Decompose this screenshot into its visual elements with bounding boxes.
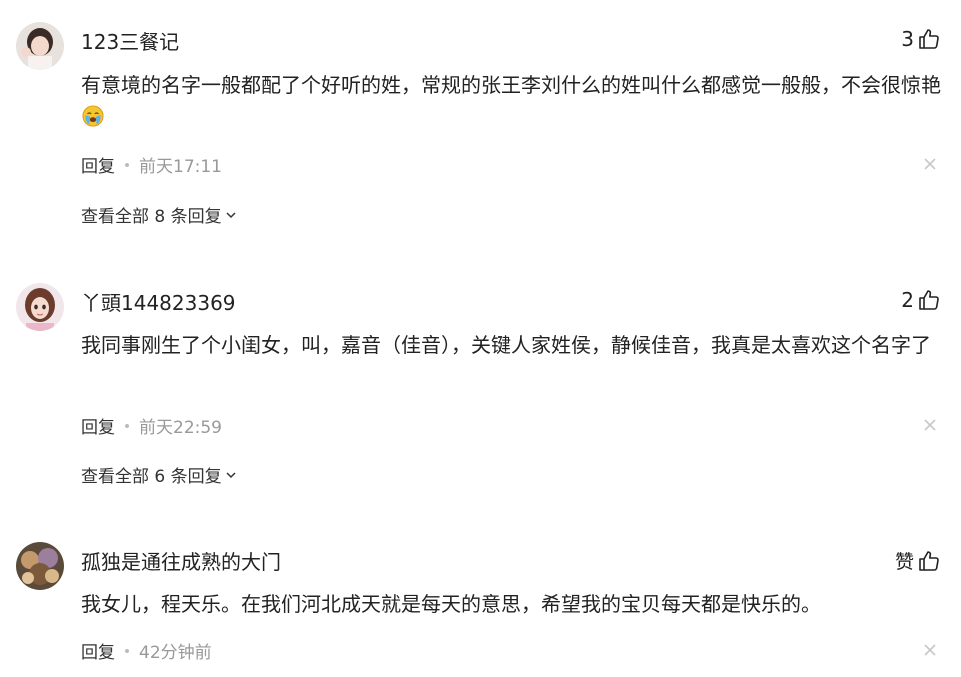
separator-dot xyxy=(125,648,129,653)
thumbs-up-icon xyxy=(919,550,939,571)
comment-time: 42分钟前 xyxy=(139,643,212,663)
close-button[interactable] xyxy=(923,643,937,657)
like-button[interactable]: 赞 xyxy=(895,547,941,574)
close-icon xyxy=(924,644,936,656)
comment-3: 孤独是通往成熟的大门 赞 我女儿，程天乐。在我们河北成天就是每天的意思，希望我的… xyxy=(0,0,961,677)
comment-meta: 回复 42分钟前 xyxy=(81,638,212,663)
like-label: 赞 xyxy=(894,551,914,573)
comment-text: 我女儿，程天乐。在我们河北成天就是每天的意思，希望我的宝贝每天都是快乐的。 xyxy=(81,592,821,616)
reply-button[interactable]: 回复 xyxy=(81,638,115,663)
avatar[interactable] xyxy=(16,542,64,590)
username[interactable]: 孤独是通往成熟的大门 xyxy=(81,546,281,575)
